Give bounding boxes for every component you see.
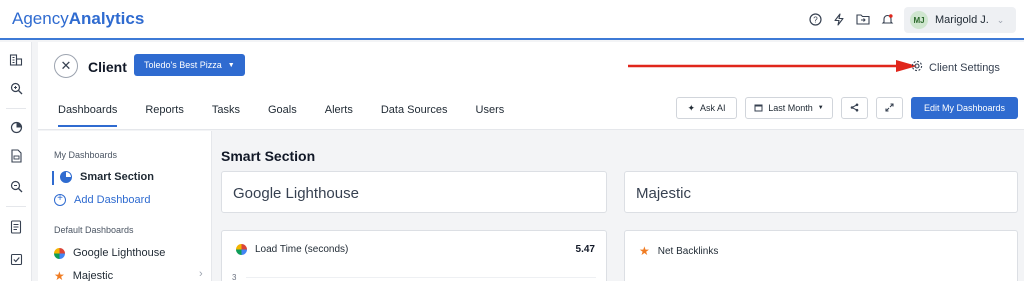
section-title: Smart Section [221, 148, 316, 164]
client-settings-button[interactable]: Client Settings [911, 60, 1000, 75]
file-icon[interactable] [8, 148, 24, 164]
gear-icon [911, 60, 923, 75]
metric-label: Net Backlinks [657, 245, 719, 257]
avatar: MJ [910, 11, 928, 29]
left-rail [0, 42, 32, 281]
metric-header: Load Time (seconds) [236, 244, 348, 255]
metric-value: 5.47 [575, 244, 595, 255]
client-header: ✕ Client Toledo's Best Pizza ▼ Client Se… [38, 42, 1024, 130]
zoom-icon[interactable] [8, 178, 24, 194]
tab-alerts[interactable]: Alerts [325, 104, 353, 127]
sidebar-item-majestic[interactable]: ★ Majestic [54, 269, 113, 281]
close-icon: ✕ [60, 58, 72, 73]
card-title: Google Lighthouse [233, 185, 359, 202]
document-icon[interactable] [8, 219, 24, 235]
annotation-arrow [628, 60, 917, 72]
default-dashboards-heading: Default Dashboards [54, 225, 134, 235]
tab-data-sources[interactable]: Data Sources [381, 104, 448, 127]
google-lighthouse-icon [236, 244, 247, 255]
close-button[interactable]: ✕ [54, 54, 78, 78]
user-menu[interactable]: MJ Marigold J. ⌄ [904, 7, 1016, 33]
client-name: Toledo's Best Pizza [144, 60, 222, 70]
caret-down-icon: ▼ [817, 105, 824, 111]
star-icon: ★ [639, 244, 650, 258]
google-lighthouse-card: Google Lighthouse [221, 171, 607, 213]
plus-icon: + [54, 194, 66, 206]
share-button[interactable] [841, 97, 868, 119]
client-label: Client [88, 59, 127, 75]
pie-chart-icon[interactable] [8, 119, 24, 135]
chart-gridline [246, 277, 596, 278]
share-icon [850, 103, 859, 114]
sidebar-item-smart-section[interactable]: Smart Section [60, 171, 154, 183]
top-icons: ? [806, 10, 896, 28]
caret-down-icon: ▼ [227, 61, 235, 69]
ask-ai-button[interactable]: ✦ Ask AI [676, 97, 737, 119]
sidebar-item-label: Majestic [72, 270, 114, 281]
search-icon[interactable] [8, 80, 24, 96]
logo-bold-text: Analytics [68, 9, 145, 28]
load-time-widget: Load Time (seconds) 5.47 3 [221, 230, 607, 281]
date-range-label: Last Month [768, 103, 813, 113]
tab-bar: Dashboards Reports Tasks Goals Alerts Da… [58, 104, 504, 127]
client-selector[interactable]: Toledo's Best Pizza ▼ [134, 54, 245, 76]
sidebar-item-label: Smart Section [80, 171, 154, 183]
tab-goals[interactable]: Goals [268, 104, 297, 127]
sidebar-item-google-lighthouse[interactable]: Google Lighthouse [54, 247, 165, 259]
bell-icon[interactable] [878, 10, 896, 28]
tab-reports[interactable]: Reports [145, 104, 184, 127]
rail-divider [6, 108, 26, 109]
header-actions: ✦ Ask AI Last Month ▼ Edit My Dashboards [676, 97, 1018, 119]
expand-icon [885, 102, 894, 114]
logo[interactable]: AgencyAnalytics [12, 9, 144, 29]
active-indicator [52, 171, 54, 185]
bolt-icon[interactable] [830, 10, 848, 28]
calendar-icon [754, 103, 763, 114]
date-range-button[interactable]: Last Month ▼ [745, 97, 833, 119]
metric-label: Load Time (seconds) [255, 244, 349, 255]
user-name: Marigold J. [935, 14, 989, 26]
svg-text:?: ? [813, 15, 818, 24]
logo-light-text: Agency [12, 9, 69, 28]
folder-icon[interactable] [854, 10, 872, 28]
card-title: Majestic [636, 185, 692, 202]
add-dashboard-link[interactable]: + Add Dashboard [54, 194, 150, 206]
ask-ai-label: Ask AI [700, 103, 726, 113]
add-dashboard-label: Add Dashboard [74, 194, 151, 206]
axis-tick-label: 3 [232, 273, 237, 281]
tab-dashboards[interactable]: Dashboards [58, 104, 118, 127]
edit-dashboards-button[interactable]: Edit My Dashboards [911, 97, 1018, 119]
chevron-right-icon[interactable]: › [199, 268, 203, 280]
checkbox-icon[interactable] [8, 251, 24, 267]
expand-button[interactable] [876, 97, 903, 119]
net-backlinks-widget: ★ Net Backlinks [624, 230, 1018, 281]
rail-divider [6, 206, 26, 207]
google-lighthouse-icon [54, 247, 65, 259]
sparkle-icon: ✦ [687, 102, 696, 113]
help-icon[interactable]: ? [806, 10, 824, 28]
pie-chart-icon [60, 171, 72, 183]
tab-tasks[interactable]: Tasks [212, 104, 240, 127]
sidebar-item-label: Google Lighthouse [73, 247, 166, 259]
building-icon[interactable] [8, 52, 24, 68]
star-icon: ★ [54, 269, 65, 281]
top-bar: AgencyAnalytics ? MJ Marigold J. ⌄ [0, 0, 1024, 40]
tab-users[interactable]: Users [476, 104, 505, 127]
metric-header: ★ Net Backlinks [639, 244, 718, 258]
majestic-card: Majestic [624, 171, 1018, 213]
dashboard-sidebar: My Dashboards Smart Section + Add Dashbo… [38, 131, 212, 281]
chevron-down-icon: ⌄ [996, 14, 1005, 25]
client-settings-label: Client Settings [929, 61, 1000, 74]
my-dashboards-heading: My Dashboards [54, 150, 118, 160]
